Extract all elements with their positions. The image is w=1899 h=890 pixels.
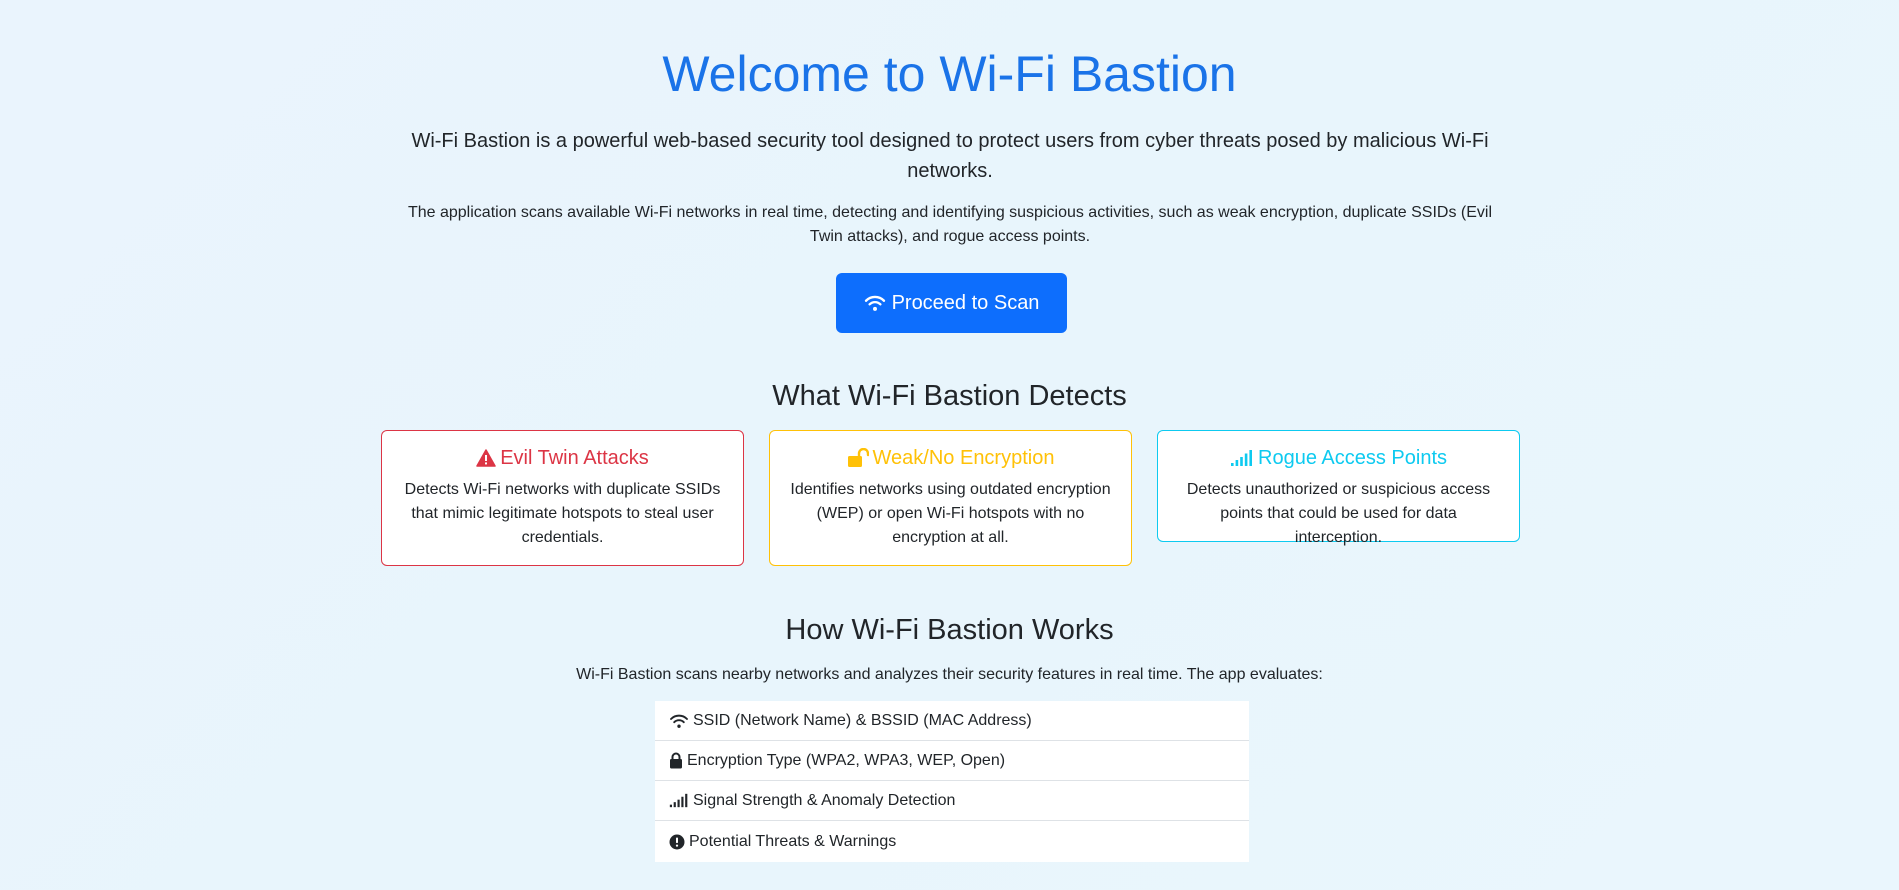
card-text: Detects Wi-Fi networks with duplicate SS… <box>404 481 721 546</box>
lock-icon <box>669 752 683 769</box>
proceed-to-scan-button[interactable]: Proceed to Scan <box>836 273 1067 333</box>
intro-description: The application scans available Wi-Fi ne… <box>407 204 1493 245</box>
wifi-icon <box>669 713 689 729</box>
list-item-label: Signal Strength & Anomaly Detection <box>693 791 956 809</box>
detects-section-title: What Wi-Fi Bastion Detects <box>772 380 1127 412</box>
card-title-label: Weak/No Encryption <box>872 447 1055 469</box>
lead-text: Wi-Fi Bastion is a powerful web-based se… <box>411 130 1489 182</box>
card-title-label: Rogue Access Points <box>1258 447 1447 469</box>
list-item: Signal Strength & Anomaly Detection <box>655 781 1249 821</box>
card-weak-encryption: Weak/No Encryption Identifies networks u… <box>769 430 1132 566</box>
signal-bars-icon <box>669 793 689 808</box>
unlock-icon <box>847 448 869 468</box>
list-item-label: SSID (Network Name) & BSSID (MAC Address… <box>693 711 1032 729</box>
proceed-to-scan-label: Proceed to Scan <box>891 291 1040 314</box>
wifi-icon <box>864 294 886 312</box>
list-item-label: Encryption Type (WPA2, WPA3, WEP, Open) <box>687 751 1006 769</box>
warning-triangle-icon <box>476 449 496 467</box>
signal-bars-icon <box>1230 449 1254 467</box>
works-section-title: How Wi-Fi Bastion Works <box>785 614 1114 646</box>
list-item: Encryption Type (WPA2, WPA3, WEP, Open) <box>655 741 1249 781</box>
card-rogue-access-points: Rogue Access Points Detects unauthorized… <box>1157 430 1520 546</box>
card-title-evil-twin: Evil Twin Attacks <box>400 445 725 471</box>
landing-page: Welcome to Wi-Fi Bastion Wi-Fi Bastion i… <box>0 0 1899 890</box>
card-text: Identifies networks using outdated encry… <box>790 481 1111 546</box>
list-item: Potential Threats & Warnings <box>655 821 1249 862</box>
list-item: SSID (Network Name) & BSSID (MAC Address… <box>655 701 1249 741</box>
works-description: Wi-Fi Bastion scans nearby networks and … <box>576 666 1323 683</box>
list-item-label: Potential Threats & Warnings <box>689 832 897 850</box>
card-title-rogue-ap: Rogue Access Points <box>1176 445 1501 471</box>
card-title-weak-encryption: Weak/No Encryption <box>788 445 1113 471</box>
card-title-label: Evil Twin Attacks <box>500 447 649 469</box>
evaluation-list: SSID (Network Name) & BSSID (MAC Address… <box>655 701 1249 862</box>
card-text: Detects unauthorized or suspicious acces… <box>1186 481 1491 546</box>
page-title: Welcome to Wi-Fi Bastion <box>662 46 1237 102</box>
card-evil-twin: Evil Twin Attacks Detects Wi-Fi networks… <box>381 430 744 566</box>
exclamation-circle-icon <box>669 834 685 850</box>
